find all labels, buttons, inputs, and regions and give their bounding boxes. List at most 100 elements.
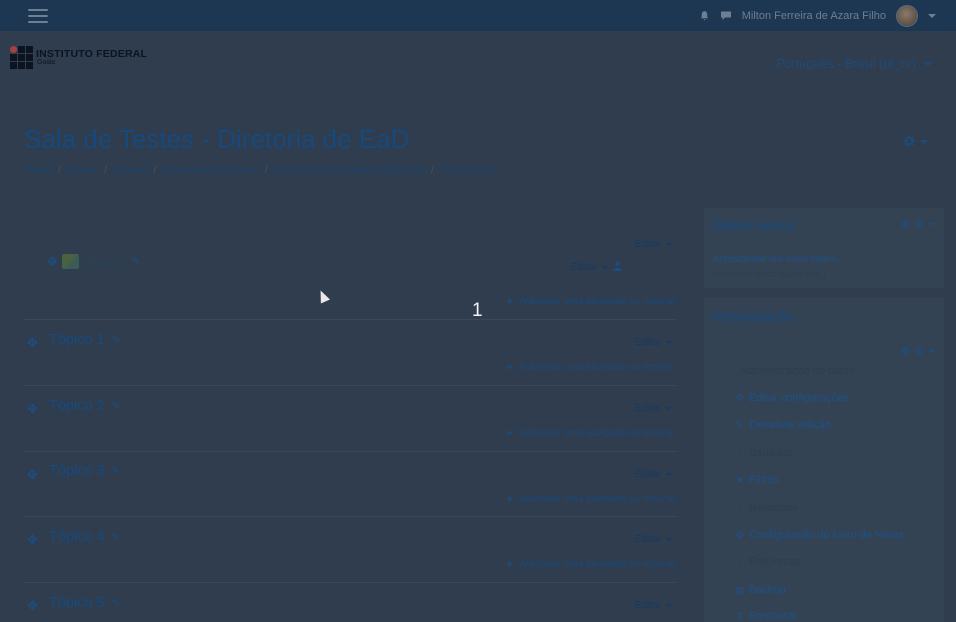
block-controls[interactable]: ✥ ⚙ — [901, 345, 934, 358]
admin-filters[interactable]: ▼ Filtros — [735, 474, 779, 486]
breadcrumb-item[interactable]: Reitoria — [113, 165, 147, 176]
user-menu-area: Milton Ferreira de Azara Filho — [699, 4, 936, 27]
edit-label: Editar — [634, 403, 661, 414]
admin-gradebook-setup[interactable]: ⚙ Configuração do Livro de Notas — [735, 529, 904, 541]
pencil-icon[interactable]: ✎ — [112, 598, 120, 609]
section-edit-menu[interactable]: Editar — [635, 239, 672, 250]
page-title: Sala de Testes - Diretoria de EaD — [24, 124, 410, 154]
block-administration: Administração ✥ ⚙ ⌄ Administração do curs… — [704, 298, 944, 622]
brand-line-2: Goiás — [37, 59, 56, 67]
avatar[interactable] — [896, 4, 918, 27]
activity-edit-menu[interactable]: Editar — [571, 262, 608, 273]
if-logo-icon — [10, 46, 33, 69]
admin-users[interactable]: › Usuários — [735, 447, 793, 459]
gear-icon: ⚙ — [735, 392, 745, 404]
add-activity-link[interactable]: + Adicionar uma atividade ou recurso — [506, 426, 676, 440]
pencil-icon[interactable]: ✎ — [132, 256, 140, 267]
block-controls[interactable]: ✥ ⚙ — [901, 218, 934, 231]
breadcrumb: Painel / Cursos / Reitoria / Pró-reitoria d… — [24, 165, 495, 176]
breadcrumb-item[interactable]: Cursos — [67, 165, 99, 176]
chevron-down-icon — [920, 139, 928, 144]
section-topic-2: ✥ Tópico 2 ✎ Editar + Adicionar uma ativid… — [24, 385, 676, 451]
chevron-down-icon — [666, 473, 672, 476]
move-icon[interactable]: ✥ — [901, 218, 910, 231]
admin-backup[interactable]: ▤ Backup — [735, 584, 786, 596]
admin-restore[interactable]: ↥ Restaurar — [735, 610, 797, 622]
add-activity-link[interactable]: + Adicionar uma atividade ou recurso — [506, 294, 676, 308]
course-settings-menu[interactable] — [901, 134, 928, 149]
chevron-down-icon — [924, 62, 932, 66]
language-selector[interactable]: Português - Brasil (pt_br) — [776, 57, 932, 71]
move-icon[interactable]: ✥ — [27, 532, 38, 548]
breadcrumb-item[interactable]: Painel — [24, 165, 52, 176]
user-menu-caret-icon[interactable] — [928, 13, 936, 18]
chevron-down-icon — [666, 243, 672, 246]
admin-disable-editing[interactable]: ✎ Desativar edição — [735, 419, 831, 431]
section-edit-menu[interactable]: Editar — [635, 403, 672, 414]
backup-icon: ▤ — [735, 584, 745, 596]
block-latest-news: Últimos avisos ✥ ⚙ Acrescentar um novo t… — [704, 208, 944, 288]
breadcrumb-item[interactable]: Pró-reitoria de Ensino — [162, 165, 259, 176]
move-icon[interactable]: ✥ — [27, 598, 38, 614]
section-topic-4: ✥ Tópico 4 ✎ Editar + Adicionar uma ativid… — [24, 516, 676, 582]
move-icon[interactable]: ✥ — [27, 401, 38, 417]
chevron-down-icon — [602, 266, 608, 269]
gear-icon[interactable]: ⚙ — [914, 345, 924, 358]
section-topic-5: ✥ Tópico 5 ✎ Editar — [24, 582, 676, 622]
language-label: Português - Brasil (pt_br) — [776, 57, 916, 71]
edit-label: Editar — [570, 262, 597, 273]
brand-line-1: INSTITUTO FEDERAL — [36, 47, 148, 60]
chevron-down-icon — [928, 223, 934, 226]
admin-badges[interactable]: › Emblemas — [735, 556, 801, 568]
admin-course-administration[interactable]: ⌄ Administração do curso — [726, 365, 855, 377]
section-edit-menu[interactable]: Editar — [635, 469, 672, 480]
restore-icon: ↥ — [736, 610, 744, 622]
hamburger-menu-icon[interactable] — [28, 8, 48, 23]
gear-icon[interactable]: ⚙ — [914, 218, 924, 231]
pencil-icon[interactable]: ✎ — [112, 532, 120, 543]
move-icon[interactable]: ✥ — [27, 467, 38, 483]
section-title[interactable]: Tópico 1 ✎ — [49, 332, 120, 348]
admin-reports[interactable]: › Relatórios — [735, 502, 799, 514]
pencil-icon: ✎ — [736, 419, 744, 431]
move-icon[interactable]: ✥ — [901, 345, 910, 358]
move-icon[interactable]: ✥ — [27, 335, 38, 351]
section-edit-menu[interactable]: Editar — [635, 337, 672, 348]
user-icon[interactable] — [613, 261, 622, 274]
add-activity-link[interactable]: + Adicionar uma atividade ou recurso — [506, 557, 676, 571]
bell-icon[interactable] — [699, 10, 710, 21]
edit-label: Editar — [634, 469, 661, 480]
pencil-icon[interactable]: ✎ — [112, 335, 120, 346]
breadcrumb-item[interactable]: ST.DIR.EAD — [440, 165, 495, 176]
chevron-right-icon: › — [738, 503, 742, 513]
institution-logo[interactable]: INSTITUTO FEDERAL Goiás — [10, 46, 147, 69]
filter-icon: ▼ — [735, 474, 745, 486]
admin-edit-settings[interactable]: ⚙ Editar configurações — [735, 392, 850, 404]
plus-icon: + — [506, 294, 514, 308]
chevron-down-icon — [928, 350, 934, 353]
section-edit-menu[interactable]: Editar — [635, 600, 672, 611]
breadcrumb-item[interactable]: Diretoria de Educação a Distância — [274, 165, 425, 176]
plus-icon: + — [506, 557, 514, 571]
section-general: Editar ✥ Avisos ✎ Editar + Adicionar uma … — [24, 228, 676, 319]
block-title: Administração — [711, 309, 794, 324]
chat-icon[interactable] — [720, 10, 732, 21]
activity-avisos[interactable]: Avisos ✎ — [48, 254, 140, 269]
forum-icon — [62, 254, 79, 269]
edit-label: Editar — [634, 534, 661, 545]
section-title[interactable]: Tópico 3 ✎ — [49, 463, 120, 479]
add-activity-link[interactable]: + Adicionar uma atividade ou recurso — [506, 360, 676, 374]
activity-name: Avisos — [87, 254, 124, 269]
pencil-icon[interactable]: ✎ — [112, 466, 120, 477]
section-title[interactable]: Tópico 2 ✎ — [49, 398, 120, 414]
add-activity-link[interactable]: + Adicionar uma atividade ou recurso — [506, 492, 676, 506]
user-name[interactable]: Milton Ferreira de Azara Filho — [742, 10, 886, 22]
section-title[interactable]: Tópico 5 ✎ — [49, 595, 120, 611]
section-topic-3: ✥ Tópico 3 ✎ Editar + Adicionar uma ativid… — [24, 451, 676, 516]
block-title: Últimos avisos — [711, 218, 795, 233]
section-title[interactable]: Tópico 4 ✎ — [49, 529, 120, 545]
add-topic-link[interactable]: Acrescentar um novo tópico... — [713, 254, 845, 265]
edit-label: Editar — [634, 600, 661, 611]
pencil-icon[interactable]: ✎ — [112, 401, 120, 412]
section-edit-menu[interactable]: Editar — [635, 534, 672, 545]
